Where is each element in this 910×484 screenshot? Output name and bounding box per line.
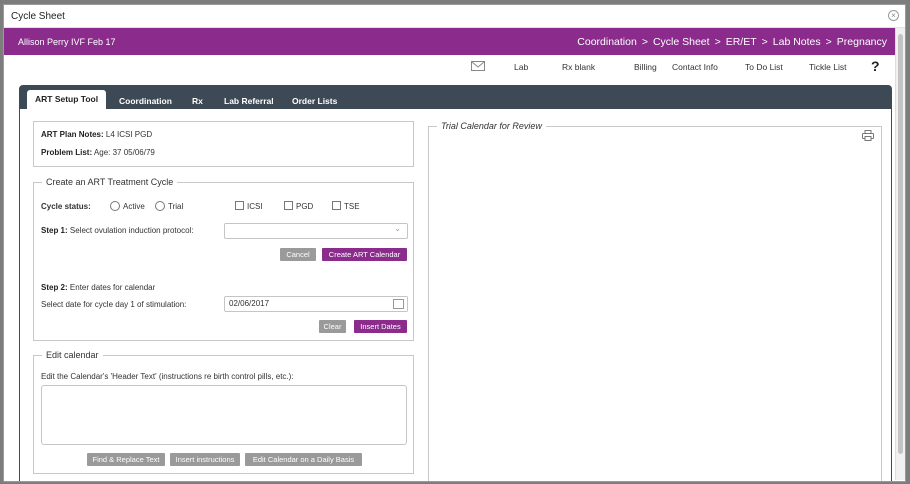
checkbox-pgd-label: PGD [296, 202, 314, 211]
problem-list-value: Age: 37 05/06/79 [93, 148, 155, 157]
cycle-day1-date-input[interactable]: 02/06/2017 [224, 296, 408, 312]
radio-trial-label: Trial [168, 202, 184, 211]
step2-description: Enter dates for calendar [69, 283, 156, 292]
trial-calendar-fieldset: Trial Calendar for Review [428, 121, 882, 481]
insert-dates-button[interactable]: Insert Dates [354, 320, 407, 333]
window-titlebar: Cycle Sheet × [4, 5, 905, 28]
checkbox-pgd-box[interactable] [284, 201, 293, 210]
header-text-textarea[interactable] [41, 385, 407, 445]
art-plan-notes-label: ART Plan Notes: [41, 130, 104, 139]
radio-active-label: Active [123, 202, 145, 211]
art-plan-notes-value: L4 ICSI PGD [105, 130, 153, 139]
create-cycle-legend: Create an ART Treatment Cycle [42, 177, 178, 187]
find-replace-text-button[interactable]: Find & Replace Text [87, 453, 165, 466]
radio-active[interactable]: Active [110, 201, 145, 211]
printer-icon[interactable] [862, 130, 874, 143]
close-icon[interactable]: × [888, 10, 899, 21]
edit-calendar-daily-button[interactable]: Edit Calendar on a Daily Basis [245, 453, 362, 466]
patient-header: Allison Perry IVF Feb 17 Coordination > Cy… [4, 28, 895, 55]
insert-instructions-button[interactable]: Insert instructions [170, 453, 240, 466]
clear-button[interactable]: Clear [319, 320, 346, 333]
breadcrumb-separator: > [825, 36, 832, 48]
radio-trial-circle[interactable] [155, 201, 165, 211]
tab-art-setup-tool[interactable]: ART Setup Tool [27, 90, 107, 109]
breadcrumb-lab-notes[interactable]: Lab Notes [773, 36, 821, 48]
step2-label: Step 2: [41, 283, 68, 292]
problem-list: Problem List: Age: 37 05/06/79 [41, 148, 155, 157]
breadcrumb-pregnancy[interactable]: Pregnancy [837, 36, 887, 48]
breadcrumb-separator: > [761, 36, 768, 48]
step1-description: Select ovulation induction protocol: [69, 226, 194, 235]
plan-notes-box: ART Plan Notes: L4 ICSI PGD Problem List… [33, 121, 414, 167]
problem-list-label: Problem List: [41, 148, 93, 157]
help-icon[interactable]: ? [871, 58, 880, 74]
scrollbar-thumb[interactable] [898, 34, 903, 454]
radio-active-circle[interactable] [110, 201, 120, 211]
breadcrumb: Coordination > Cycle Sheet > ER/ET > Lab Notes… [577, 36, 887, 48]
cancel-button[interactable]: Cancel [280, 248, 316, 261]
trial-calendar-legend: Trial Calendar for Review [437, 121, 546, 131]
window-title: Cycle Sheet [11, 11, 65, 22]
toolbar-lab-link[interactable]: Lab [514, 62, 528, 72]
breadcrumb-coordination[interactable]: Coordination [577, 36, 637, 48]
create-art-calendar-button[interactable]: Create ART Calendar [322, 248, 407, 261]
cycle-sheet-window: Cycle Sheet × Allison Perry IVF Feb 17 C… [3, 4, 906, 482]
checkbox-icsi-box[interactable] [235, 201, 244, 210]
toolbar-contact-info-link[interactable]: Contact Info [672, 62, 718, 72]
cycle-day1-date-value: 02/06/2017 [229, 299, 270, 308]
create-cycle-fieldset: Create an ART Treatment Cycle Cycle stat… [33, 177, 414, 341]
step1-text: Step 1: Select ovulation induction proto… [41, 226, 194, 235]
radio-trial[interactable]: Trial [155, 201, 183, 211]
breadcrumb-cycle-sheet[interactable]: Cycle Sheet [653, 36, 710, 48]
breadcrumb-er-et[interactable]: ER/ET [726, 36, 757, 48]
checkbox-icsi-label: ICSI [247, 202, 263, 211]
toolbar-billing-link[interactable]: Billing [634, 62, 657, 72]
checkbox-tse[interactable]: TSE [332, 201, 360, 211]
edit-calendar-fieldset: Edit calendar Edit the Calendar's 'Heade… [33, 350, 414, 474]
step2-text: Step 2: Enter dates for calendar [41, 283, 155, 292]
breadcrumb-separator: > [641, 36, 648, 48]
checkbox-tse-box[interactable] [332, 201, 341, 210]
date-prompt: Select date for cycle day 1 of stimulati… [41, 300, 187, 309]
step1-label: Step 1: [41, 226, 68, 235]
patient-name: Allison Perry IVF Feb 17 [18, 37, 116, 47]
toolbar: Lab Rx blank Billing Contact Info To Do … [4, 57, 895, 79]
cycle-status-label: Cycle status: [41, 202, 91, 211]
toolbar-to-do-list-link[interactable]: To Do List [745, 62, 783, 72]
toolbar-rx-blank-link[interactable]: Rx blank [562, 62, 595, 72]
calendar-icon[interactable] [393, 299, 404, 309]
art-plan-notes: ART Plan Notes: L4 ICSI PGD [41, 130, 152, 139]
edit-calendar-legend: Edit calendar [42, 350, 103, 360]
checkbox-tse-label: TSE [344, 202, 360, 211]
tab-strip: ART Setup Tool Coordination Rx Lab Refer… [19, 85, 892, 109]
tab-content: ART Plan Notes: L4 ICSI PGD Problem List… [19, 109, 892, 481]
checkbox-pgd[interactable]: PGD [284, 201, 313, 211]
vertical-scrollbar[interactable] [895, 28, 905, 480]
header-text-instructions: Edit the Calendar's 'Header Text' (instr… [41, 372, 294, 381]
toolbar-tickle-list-link[interactable]: Tickle List [809, 62, 846, 72]
checkbox-icsi[interactable]: ICSI [235, 201, 263, 211]
chevron-down-icon: ⌄ [394, 224, 401, 233]
ovulation-protocol-select[interactable]: ⌄ [224, 223, 408, 239]
breadcrumb-separator: > [714, 36, 721, 48]
